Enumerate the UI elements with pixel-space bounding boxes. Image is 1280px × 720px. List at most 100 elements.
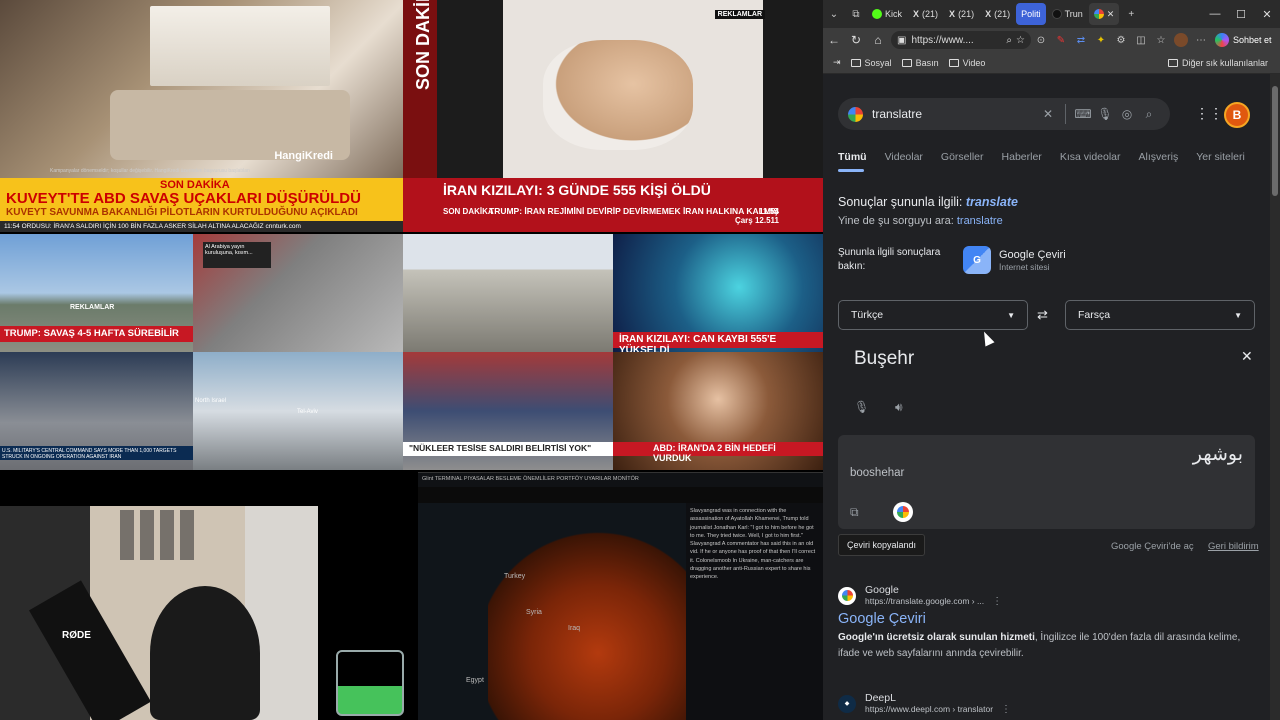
profile-avatar[interactable]: [1171, 30, 1191, 50]
bookmark-folder-sosyal[interactable]: Sosyal: [850, 58, 892, 68]
close-window-button[interactable]: ✕: [1254, 0, 1280, 28]
extensions-icon[interactable]: ⚙: [1111, 30, 1131, 50]
original-query-link[interactable]: translatre: [957, 215, 1003, 227]
microphone-icon: [29, 580, 151, 720]
tab-all[interactable]: Tümü: [838, 151, 867, 163]
video-feed-ad-2: SON DAKİKA REKLAMLAR: [403, 0, 823, 178]
tab-places[interactable]: Yer siteleri: [1196, 151, 1245, 163]
result-title-link[interactable]: Google Çeviri: [838, 611, 1258, 627]
tab-shopping[interactable]: Alışveriş: [1139, 151, 1179, 163]
translation-output: بوشهر booshehar ⧉: [838, 435, 1255, 529]
webcam-feed: RØDE: [0, 506, 318, 720]
clear-source-icon[interactable]: ✕: [1241, 348, 1253, 365]
window-scene: [150, 6, 330, 86]
back-icon[interactable]: ←: [823, 29, 845, 51]
tab-favicon: [1051, 9, 1062, 19]
tab-x-3[interactable]: X (21): [980, 3, 1015, 25]
tab-kick[interactable]: Kick: [867, 3, 907, 25]
extension-red-icon[interactable]: ✎: [1051, 30, 1071, 50]
tab-x-1[interactable]: X (21): [908, 3, 943, 25]
google-translate-chip[interactable]: G Google Çeviri İnternet sitesi: [963, 246, 1066, 274]
zoom-icon[interactable]: ⌕: [1006, 35, 1012, 46]
chip-subtitle: İnternet sitesi: [999, 261, 1050, 272]
feedback-link[interactable]: Geri bildirim: [1208, 541, 1259, 552]
search-box[interactable]: translatre ✕ ⌨ 🎙︎ ◎ ⌕: [838, 98, 1170, 130]
lens-icon[interactable]: ◎: [1116, 107, 1138, 121]
search-icon[interactable]: ⌕: [1138, 107, 1160, 122]
google-app-icon[interactable]: [893, 502, 913, 522]
map-label: Iraq: [568, 625, 581, 632]
other-favorites[interactable]: Diğer sık kullanılanlar: [1167, 58, 1268, 68]
tab-trump[interactable]: Trun: [1047, 3, 1088, 25]
page-scrollbar[interactable]: [1270, 74, 1280, 720]
bookmark-folder-basin[interactable]: Basın: [901, 58, 939, 68]
dashboard-feed: Slavyangrad was in connection with the a…: [686, 503, 823, 720]
source-language-select[interactable]: Türkçe ▼: [838, 300, 1028, 330]
google-translate-icon: G: [963, 246, 991, 274]
open-in-translate-link[interactable]: Google Çeviri'de aç: [1111, 541, 1194, 552]
tab-videos[interactable]: Videolar: [885, 151, 923, 163]
result-site: Google: [865, 584, 899, 596]
speaker-icon[interactable]: 🔊︎: [895, 400, 903, 415]
corrected-query-link[interactable]: translate: [966, 195, 1018, 209]
extension-yellow-icon[interactable]: ✦: [1091, 30, 1111, 50]
url-field[interactable]: ▣ https://www.... ⌕ ☆: [891, 31, 1031, 49]
video-feed-cityscape: REKLAMLAR TRUMP: SAVAŞ 4-5 HAFTA SÜREBİL…: [0, 234, 193, 352]
news-strap: "NÜKLEER TESİSE SALDIRI BELİRTİSİ YOK": [403, 442, 613, 456]
search-input[interactable]: translatre: [872, 107, 1037, 121]
google-logo-icon: [848, 106, 863, 122]
more-menu-icon[interactable]: ⋯: [1191, 30, 1211, 50]
clear-icon[interactable]: ✕: [1037, 107, 1059, 121]
refresh-icon[interactable]: ↻: [845, 29, 867, 51]
source-text-input[interactable]: Buşehr: [854, 348, 914, 370]
map-label: Syria: [526, 609, 542, 616]
workspaces-icon[interactable]: ⧉: [848, 6, 864, 22]
breaking-banner-ntv: İRAN KIZILAYI: 3 GÜNDE 555 KİŞİ ÖLDÜ SON…: [403, 178, 823, 232]
voice-search-icon[interactable]: 🎙︎: [1094, 107, 1116, 121]
page-content: translatre ✕ ⌨ 🎙︎ ◎ ⌕ ⋮⋮⋮ B Tümü Videola…: [823, 74, 1270, 720]
tab-politico[interactable]: Politi: [1016, 3, 1046, 25]
more-options-icon[interactable]: ⋮: [992, 596, 1002, 607]
tab-short-videos[interactable]: Kısa videolar: [1060, 151, 1121, 163]
maximize-button[interactable]: ☐: [1228, 0, 1254, 28]
result-url: https://www.deepl.com › translator ⋮: [865, 704, 1012, 715]
tab-news[interactable]: Haberler: [1002, 151, 1042, 163]
tab-x-2[interactable]: X (21): [944, 3, 979, 25]
bookmark-import-icon[interactable]: ⇥: [833, 57, 841, 68]
spelling-correction: Sonuçlar şununla ilgili: translate: [838, 195, 1018, 209]
search-result: Google https://translate.google.com › ..…: [838, 584, 1258, 662]
tab-strip: ⌄ ⧉ Kick X (21) X (21) X (21) Politi Trun ✕…: [823, 0, 1280, 28]
keyboard-icon[interactable]: ⌨: [1072, 107, 1094, 121]
extension-translate-icon[interactable]: ⇄: [1071, 30, 1091, 50]
target-language-select[interactable]: Farsça ▼: [1065, 300, 1255, 330]
video-feed-panel: U.S. MILITARY'S CENTRAL COMMAND SAYS MOR…: [0, 352, 193, 470]
copilot-button[interactable]: Sohbet et: [1215, 33, 1272, 47]
split-screen-icon[interactable]: ◫: [1131, 30, 1151, 50]
scrollbar-thumb[interactable]: [1272, 86, 1278, 196]
x-icon: X: [949, 9, 956, 19]
home-icon[interactable]: ⌂: [867, 29, 889, 51]
result-url: https://translate.google.com › ... ⋮: [865, 596, 1003, 607]
microphone-icon[interactable]: 🎙︎: [854, 400, 869, 414]
bookmark-folder-video[interactable]: Video: [948, 58, 985, 68]
ad-badge: REKLAMLAR: [70, 304, 115, 311]
tab-google-active[interactable]: ✕: [1088, 3, 1120, 25]
cam-label: North Israel: [195, 398, 227, 404]
location-icon[interactable]: ⊙: [1031, 30, 1051, 50]
copy-icon[interactable]: ⧉: [850, 505, 859, 520]
breaking-subline: KUVEYT SAVUNMA BAKANLIĞI PİLOTLARIN KURT…: [6, 207, 358, 218]
minimize-button[interactable]: —: [1202, 0, 1228, 28]
favorites-icon[interactable]: ☆: [1151, 30, 1171, 50]
new-tab-icon[interactable]: +: [1123, 6, 1139, 22]
swap-languages-icon[interactable]: ⇄: [1037, 307, 1048, 323]
screen: HangiKredi Kampanyalar dönemseldir; koşu…: [0, 0, 1280, 720]
account-avatar[interactable]: B: [1224, 102, 1250, 128]
more-options-icon[interactable]: ⋮: [1001, 704, 1011, 715]
search-tabs: Tümü Videolar Görseller Haberler Kısa vi…: [838, 151, 1263, 172]
x-icon: X: [985, 9, 992, 19]
tab-actions-chevron-icon[interactable]: ⌄: [826, 6, 842, 22]
tab-images[interactable]: Görseller: [941, 151, 984, 163]
close-icon[interactable]: ✕: [1107, 9, 1115, 20]
mic-brand: RØDE: [62, 630, 91, 641]
favorite-star-icon[interactable]: ☆: [1016, 35, 1025, 46]
